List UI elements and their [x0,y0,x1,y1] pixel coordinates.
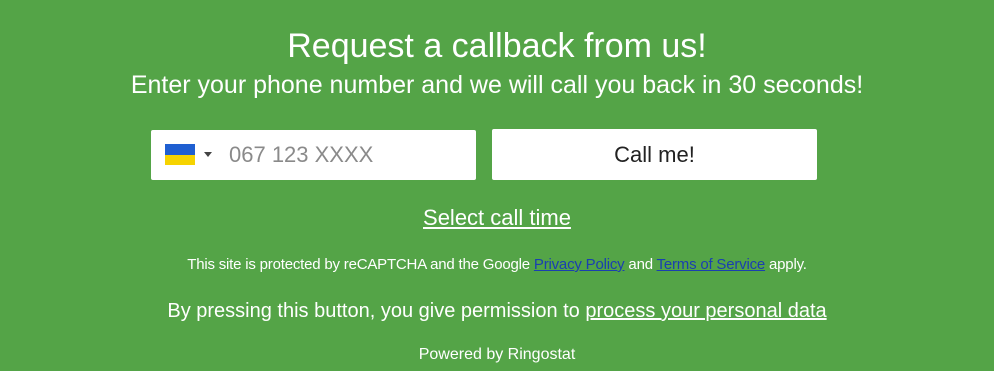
privacy-policy-link[interactable]: Privacy Policy [534,256,625,273]
powered-by: Powered by Ringostat [418,346,576,363]
recaptcha-prefix: This site is protected by reCAPTCHA and … [187,256,534,273]
country-selector[interactable] [165,144,221,166]
callback-widget: Request a callback from us! Enter your p… [0,0,994,371]
consent-prefix: By pressing this button, you give permis… [167,300,586,322]
phone-input[interactable] [229,130,469,180]
widget-subtitle: Enter your phone number and we will call… [130,71,864,99]
select-time-container: Select call time [0,204,994,232]
widget-title: Request a callback from us! [287,27,707,65]
select-call-time-link[interactable]: Select call time [423,205,571,230]
recaptcha-notice: This site is protected by reCAPTCHA and … [0,256,994,274]
personal-data-link[interactable]: process your personal data [585,300,826,322]
terms-of-service-link[interactable]: Terms of Service [657,256,766,273]
ukraine-flag-icon [165,144,195,165]
recaptcha-middle: and [624,256,657,273]
phone-field [151,130,476,180]
recaptcha-suffix: apply. [765,256,807,273]
call-me-button[interactable]: Call me! [492,129,817,180]
chevron-down-icon [204,152,212,157]
consent-notice: By pressing this button, you give permis… [0,299,994,323]
